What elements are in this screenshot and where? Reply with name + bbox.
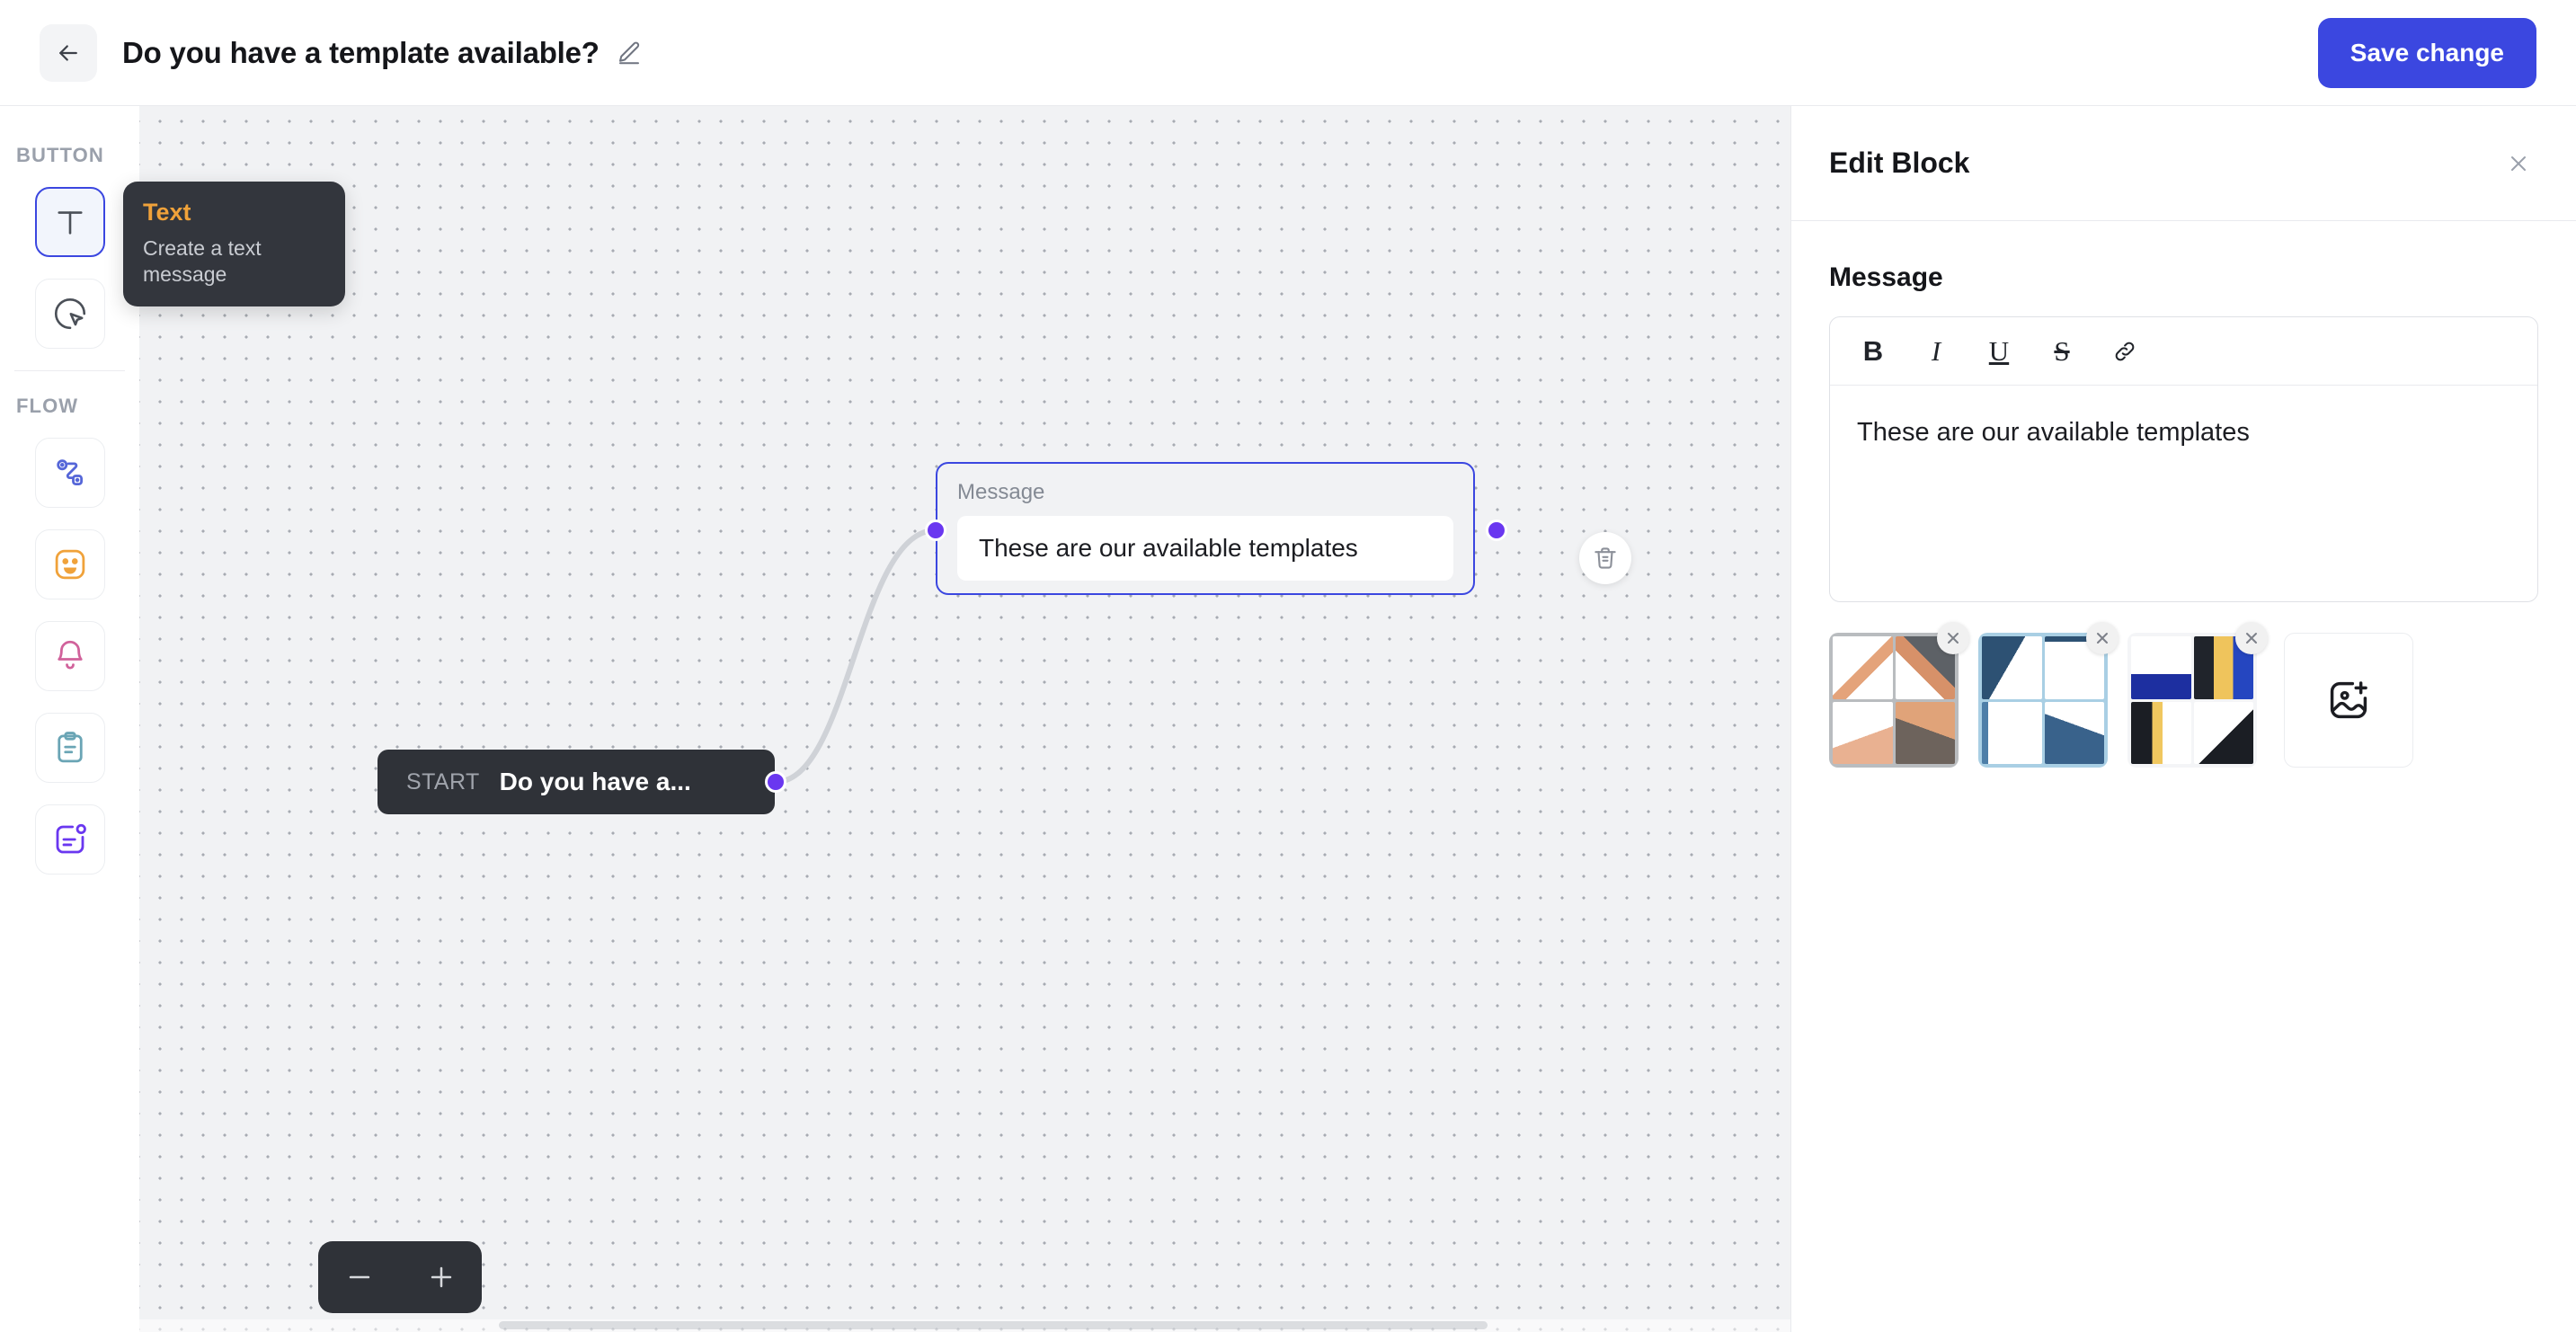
- remove-attachment-2-button[interactable]: [2086, 622, 2119, 654]
- remove-attachment-3-button[interactable]: [2235, 622, 2268, 654]
- sidebar-item-flow-tool[interactable]: [34, 438, 105, 508]
- rich-text-editor: B I U S These are our available template…: [1829, 316, 2538, 602]
- edge-start-to-message: [773, 528, 938, 785]
- tool-rail: BUTTON FLOW: [0, 106, 139, 1332]
- node-start[interactable]: START Do you have a...: [378, 750, 775, 814]
- sidebar-item-form-tool[interactable]: [34, 713, 105, 783]
- close-icon: [1944, 629, 1962, 647]
- flow-path-icon: [51, 454, 89, 492]
- panel-title: Edit Block: [1829, 147, 1970, 179]
- sidebar-item-card-tool[interactable]: [34, 804, 105, 875]
- rail-divider: [14, 370, 125, 371]
- panel-header: Edit Block: [1791, 106, 2576, 221]
- node-message-label: Message: [957, 480, 1045, 504]
- cursor-click-icon: [51, 295, 89, 333]
- top-bar: Do you have a template available? Save c…: [0, 0, 2576, 106]
- flow-canvas[interactable]: START Do you have a... Message These are…: [139, 106, 1790, 1332]
- start-badge: START: [406, 768, 480, 795]
- page-title: Do you have a template available?: [122, 35, 600, 69]
- close-icon: [2093, 629, 2111, 647]
- delete-node-button[interactable]: [1579, 532, 1631, 584]
- zoom-in-button[interactable]: [414, 1250, 468, 1304]
- template-thumbnail-3[interactable]: [2127, 622, 2268, 768]
- arrow-left-icon: [55, 40, 82, 67]
- add-image-button[interactable]: [2284, 633, 2413, 768]
- bold-button[interactable]: B: [1848, 326, 1898, 377]
- template-thumbnail-2[interactable]: [1978, 622, 2119, 768]
- panel-body: Message B I U S These are our available …: [1791, 221, 2576, 768]
- start-node-title: Do you have a...: [499, 768, 691, 795]
- link-button[interactable]: [2100, 326, 2150, 377]
- sidebar-item-button-tool[interactable]: [34, 279, 105, 349]
- sidebar-item-emoji-tool[interactable]: [34, 529, 105, 599]
- text-t-icon: [51, 203, 89, 241]
- template-thumbnail-1[interactable]: [1829, 622, 1969, 768]
- zoom-out-button[interactable]: [333, 1250, 386, 1304]
- italic-button[interactable]: I: [1911, 326, 1961, 377]
- edit-block-panel: Edit Block Message B I U S These are our…: [1790, 106, 2576, 1332]
- card-note-icon: [51, 821, 89, 858]
- minus-icon: [344, 1262, 375, 1292]
- tooltip-title: Text: [143, 199, 191, 226]
- node-message-text: These are our available templates: [957, 516, 1453, 581]
- close-icon: [2506, 151, 2531, 176]
- link-icon: [2111, 338, 2138, 365]
- image-plus-icon: [2325, 677, 2372, 724]
- sidebar-item-text-tool[interactable]: [34, 187, 105, 257]
- remove-attachment-1-button[interactable]: [1937, 622, 1969, 654]
- zoom-controls: [318, 1241, 482, 1313]
- edit-title-button[interactable]: [614, 38, 644, 68]
- close-panel-button[interactable]: [2500, 146, 2536, 182]
- rail-section-flow-label: FLOW: [16, 395, 79, 417]
- message-input-handle[interactable]: [925, 519, 946, 541]
- strikethrough-button[interactable]: S: [2037, 326, 2087, 377]
- sidebar-item-notification-tool[interactable]: [34, 621, 105, 691]
- node-message[interactable]: Message These are our available template…: [936, 462, 1475, 595]
- tooltip-description: Create a text message: [143, 235, 262, 286]
- tool-tooltip: Text Create a text message: [123, 182, 345, 307]
- rail-section-button-label: BUTTON: [16, 144, 104, 166]
- editor-toolbar: B I U S: [1830, 317, 2537, 386]
- save-change-button[interactable]: Save change: [2317, 18, 2536, 88]
- trash-icon: [1592, 545, 1619, 572]
- start-output-handle[interactable]: [765, 771, 786, 793]
- smiley-icon: [51, 546, 89, 583]
- plus-icon: [426, 1262, 457, 1292]
- canvas-horizontal-scrollbar[interactable]: [139, 1319, 1790, 1332]
- edges-layer: [773, 528, 938, 785]
- close-icon: [2243, 629, 2261, 647]
- back-button[interactable]: [40, 23, 97, 82]
- clipboard-icon: [51, 729, 89, 767]
- attachment-list: [1829, 622, 2538, 768]
- message-field-label: Message: [1829, 262, 1943, 292]
- pencil-icon: [616, 40, 643, 67]
- message-output-handle[interactable]: [1486, 519, 1507, 541]
- underline-button[interactable]: U: [1974, 326, 2024, 377]
- message-editor-input[interactable]: These are our available templates: [1830, 386, 2537, 601]
- canvas-scroll-thumb[interactable]: [499, 1321, 1488, 1329]
- bell-icon: [51, 637, 89, 675]
